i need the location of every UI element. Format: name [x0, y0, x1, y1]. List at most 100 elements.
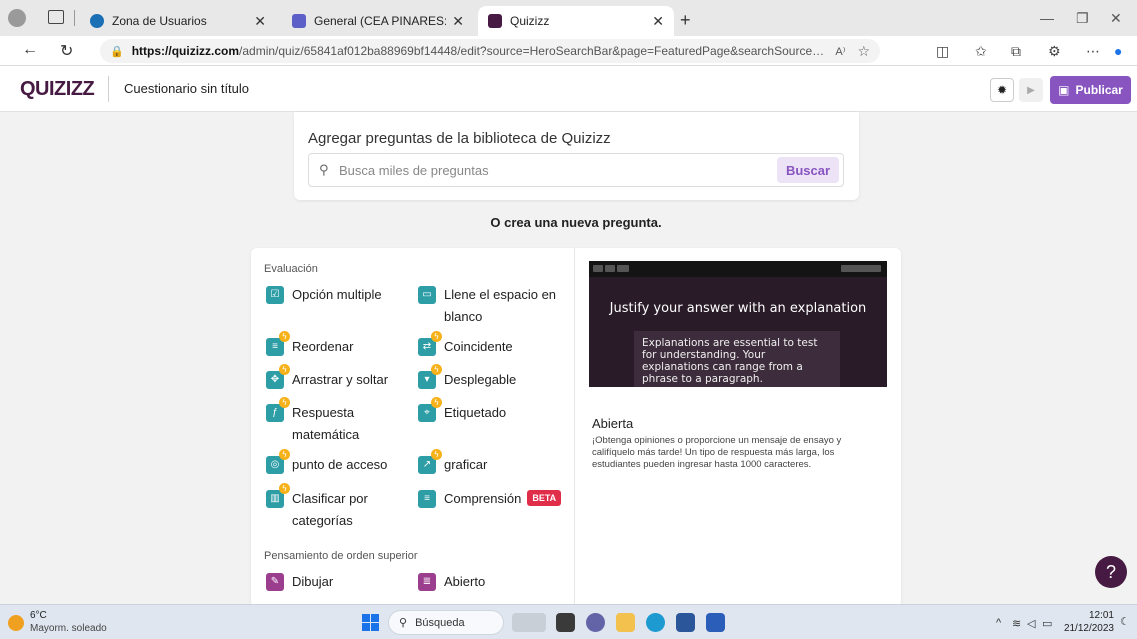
url-field[interactable]: 🔒 https://quizizz.com/admin/quiz/65841af… — [100, 39, 880, 63]
qtype-dropdown[interactable]: ▾ ϟ Desplegable — [418, 364, 554, 391]
publish-button[interactable]: ▣ Publicar — [1050, 76, 1131, 104]
video-bar-block — [605, 265, 615, 272]
read-aloud-icon[interactable]: A⁾ — [835, 45, 845, 58]
quizizz-logo[interactable]: QUIZIZZ — [20, 78, 95, 101]
math-icon: ƒϟ — [266, 397, 290, 422]
bars-icon: ≡ ϟ — [266, 331, 290, 356]
qtype-categorize[interactable]: ▥ ϟ Clasificar por categorías — [266, 483, 382, 532]
copilot-icon[interactable]: ● — [1114, 43, 1122, 59]
widget-app-icon[interactable] — [512, 613, 546, 632]
qtype-graph[interactable]: ↗ ϟ graficar — [418, 449, 554, 476]
browser-tab-zona-usuarios[interactable]: Zona de Usuarios ✕ — [80, 6, 276, 36]
lock-icon[interactable]: 🔒 — [110, 45, 124, 58]
tab-title: General (CEA PINARES: VÍDEO Y — [314, 14, 447, 28]
checkbox-icon: ☑ — [266, 286, 284, 304]
bolt-icon: ϟ — [279, 397, 290, 408]
bolt-icon: ϟ — [431, 331, 442, 342]
windows-start-icon[interactable] — [362, 614, 379, 631]
preview-type-name: Abierta — [592, 416, 634, 431]
bolt-icon: ϟ — [279, 483, 290, 494]
qtype-drag-drop[interactable]: ✥ ϟ Arrastrar y soltar — [266, 364, 402, 391]
qtype-hotspot[interactable]: ◎ ϟ punto de acceso — [266, 449, 402, 476]
taskbar-search-label: Búsqueda — [415, 616, 465, 629]
search-button[interactable]: Buscar — [777, 157, 839, 183]
qtype-label: Comprensión — [444, 491, 522, 506]
qtype-reorder[interactable]: ≡ ϟ Reordenar — [266, 331, 402, 358]
quizizz-favicon-icon — [488, 14, 502, 28]
favorite-star-icon[interactable]: ☆ — [857, 43, 870, 60]
library-search-input[interactable] — [339, 160, 769, 180]
qtype-fill-blank[interactable]: ▭ Llene el espacio en blanco — [418, 284, 564, 328]
profile-avatar[interactable] — [8, 9, 26, 27]
workspaces-icon[interactable] — [48, 10, 64, 24]
hotspot-icon: ◎ ϟ — [266, 449, 290, 474]
chevron-up-icon[interactable]: ^ — [996, 617, 1001, 629]
video-bar-block — [617, 265, 629, 272]
bolt-icon: ϟ — [431, 364, 442, 375]
close-tab-icon[interactable]: ✕ — [452, 13, 464, 30]
gear-icon: ✹ — [996, 83, 1008, 97]
qtype-labeling[interactable]: ⌖ ϟ Etiquetado — [418, 397, 554, 424]
graph-icon: ↗ ϟ — [418, 449, 442, 474]
volume-icon[interactable]: ◁ — [1027, 617, 1035, 630]
qtype-comprehension[interactable]: ≡ Comprensión BETA — [418, 488, 562, 510]
favorites-icon[interactable]: ✩ — [975, 43, 987, 60]
question-types-list: Evaluación ☑ Opción multiple ▭ Llene el … — [251, 248, 575, 604]
task-view-icon[interactable] — [556, 613, 575, 632]
collections-icon[interactable]: ⧉ — [1011, 43, 1021, 60]
browser-tab-general[interactable]: General (CEA PINARES: VÍDEO Y ✕ — [282, 6, 474, 36]
taskbar: 6°C Mayorm. soleado ⚲ Búsqueda ^ ≋ ◁ ▭ 1… — [0, 604, 1137, 639]
more-menu-icon[interactable]: ⋯ — [1086, 43, 1100, 60]
qtype-label: Clasificar por categorías — [292, 491, 368, 528]
battery-icon[interactable]: ▭ — [1042, 617, 1052, 630]
qtype-label: graficar — [444, 457, 488, 472]
taskbar-search[interactable]: ⚲ Búsqueda — [388, 610, 504, 635]
back-icon[interactable]: ← — [22, 41, 38, 59]
edge-icon[interactable] — [646, 613, 665, 632]
qtype-match[interactable]: ⇄ ϟ Coincidente — [418, 331, 554, 358]
quiz-title[interactable]: Cuestionario sin título — [124, 81, 249, 96]
library-search-card: Agregar preguntas de la biblioteca de Qu… — [294, 112, 859, 200]
help-button[interactable]: ? — [1095, 556, 1127, 588]
split-screen-icon[interactable]: ◫ — [936, 43, 949, 60]
qtype-math-response[interactable]: ƒϟ Respuesta matemática — [266, 397, 382, 446]
close-tab-icon[interactable]: ✕ — [254, 13, 266, 30]
store-icon[interactable] — [676, 613, 695, 632]
dropdown-icon: ▾ ϟ — [418, 364, 442, 389]
file-explorer-icon[interactable] — [616, 613, 635, 632]
qtype-open-ended[interactable]: ≣ Abierto — [418, 571, 554, 593]
chat-icon[interactable] — [586, 613, 605, 632]
video-body: Explanations are essential to test for u… — [634, 331, 840, 387]
minimize-icon[interactable]: — — [1040, 10, 1054, 26]
teams-favicon-icon — [292, 14, 306, 28]
qtype-multiple-choice[interactable]: ☑ Opción multiple — [266, 284, 402, 306]
clock-date[interactable]: 21/12/2023 — [1057, 623, 1114, 634]
refresh-icon[interactable]: ↻ — [60, 41, 73, 61]
new-tab-icon[interactable]: + — [680, 10, 691, 31]
weather-description[interactable]: Mayorm. soleado — [30, 623, 107, 634]
notification-icon[interactable]: ☾ — [1120, 615, 1130, 628]
close-tab-icon[interactable]: ✕ — [652, 13, 664, 30]
tab-separator — [74, 10, 75, 26]
weather-sun-icon[interactable] — [8, 615, 24, 631]
preview-button[interactable]: ▶ — [1019, 78, 1043, 102]
restore-icon[interactable]: ❐ — [1076, 10, 1089, 27]
qtype-draw[interactable]: ✎ Dibujar — [266, 571, 402, 593]
weather-temperature[interactable]: 6°C — [30, 610, 47, 621]
wifi-icon[interactable]: ≋ — [1012, 617, 1021, 630]
tab-title: Zona de Usuarios — [112, 14, 207, 28]
qtype-label: Coincidente — [444, 339, 513, 354]
close-window-icon[interactable]: ✕ — [1110, 10, 1122, 27]
qtype-comprehension-label: Comprensión BETA — [444, 488, 562, 510]
preview-video[interactable]: Justify your answer with an explanation … — [589, 261, 887, 387]
browser-tab-quizizz[interactable]: Quizizz ✕ — [478, 6, 674, 36]
settings-button[interactable]: ✹ — [990, 78, 1014, 102]
preview-type-description: ¡Obtenga opiniones o proporcione un mens… — [592, 435, 842, 470]
word-icon[interactable] — [706, 613, 725, 632]
extensions-icon[interactable]: ⚙ — [1048, 43, 1061, 60]
categorize-icon: ▥ ϟ — [266, 483, 290, 508]
clock-time[interactable]: 12:01 — [1074, 610, 1114, 621]
drag-icon: ✥ ϟ — [266, 364, 290, 389]
browser-tab-strip: Zona de Usuarios ✕ General (CEA PINARES:… — [0, 0, 1137, 36]
video-headline: Justify your answer with an explanation — [609, 301, 867, 316]
